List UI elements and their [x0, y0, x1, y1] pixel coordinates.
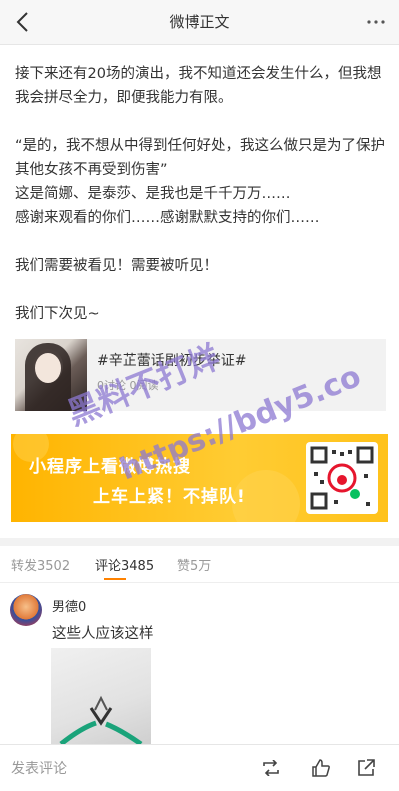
bottom-action-bar: 发表评论: [0, 744, 399, 791]
post-paragraph: 我们需要被看见！需要被听见！: [15, 258, 218, 274]
post-paragraph: 接下来还有20场的演出，我不知道还会发生什么，但我想我会拼尽全力，即便我能力有限…: [15, 66, 382, 106]
scissors-photo: [59, 695, 143, 744]
weibo-qr-icon: [310, 446, 374, 510]
banner-line2: 上车上紧！不掉队!: [93, 487, 246, 507]
top-navigation-bar: 微博正文: [0, 0, 399, 45]
repost-button[interactable]: [260, 757, 282, 779]
more-button[interactable]: [363, 10, 389, 34]
avatar[interactable]: [10, 594, 42, 626]
page-title: 微博正文: [169, 13, 230, 31]
like-icon: [312, 759, 330, 777]
qr-code: [306, 442, 378, 514]
section-divider: [0, 538, 399, 546]
tab-repost[interactable]: 转发3502: [11, 555, 70, 574]
post-paragraph: “是的，我不想从中得到任何好处，我这么做只是为了保护其他女孩不再受到伤害”: [15, 138, 386, 178]
post-paragraph: 这是简娜、是泰莎、是我也是千千万万……: [15, 186, 291, 202]
repost-icon: [263, 760, 279, 776]
share-button[interactable]: [355, 757, 377, 779]
comment-username[interactable]: 男德0: [52, 596, 86, 615]
post-paragraph: 我们下次见~: [15, 306, 100, 322]
comment-image[interactable]: [51, 648, 151, 744]
tab-comment[interactable]: 评论3485: [95, 555, 154, 574]
post-paragraph: 感谢来观看的你们……感谢默默支持的你们……: [15, 210, 320, 226]
comment-item: 男德0 这些人应该这样: [10, 594, 154, 642]
tab-like[interactable]: 赞5万: [177, 555, 211, 574]
interaction-tabs: 转发3502 评论3485 赞5万: [0, 546, 399, 583]
active-tab-indicator: [104, 578, 126, 580]
like-button[interactable]: [310, 757, 332, 779]
share-icon: [358, 759, 375, 776]
comment-input[interactable]: 发表评论: [11, 758, 67, 778]
post-body: 接下来还有20场的演出，我不知道还会发生什么，但我想我会拼尽全力，即便我能力有限…: [15, 62, 385, 326]
comment-text: 这些人应该这样: [52, 626, 154, 642]
ellipsis-icon: [367, 20, 385, 24]
